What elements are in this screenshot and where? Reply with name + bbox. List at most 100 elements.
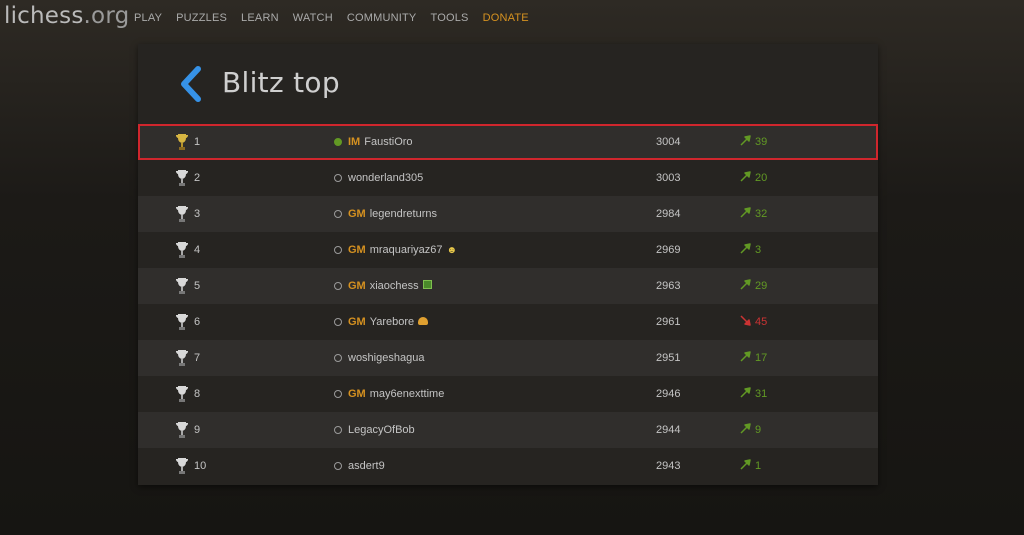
progress-cell: 9 bbox=[740, 412, 761, 448]
main-nav: PLAY PUZZLES LEARN WATCH COMMUNITY TOOLS… bbox=[134, 12, 543, 24]
arrow-up-icon bbox=[740, 279, 751, 293]
status-dot-icon bbox=[334, 390, 342, 398]
user-cell[interactable]: GM xiaochess bbox=[334, 268, 432, 304]
flag-icon bbox=[422, 280, 432, 289]
rating-cell: 2963 bbox=[656, 280, 681, 292]
leaderboard-row[interactable]: 2 wonderland305 3003 20 bbox=[138, 160, 878, 196]
leaderboard-row[interactable]: 3 GM legendreturns 2984 32 bbox=[138, 196, 878, 232]
trophy-icon bbox=[176, 457, 188, 475]
progress-value: 39 bbox=[755, 136, 768, 148]
user-cell[interactable]: wonderland305 bbox=[334, 160, 423, 196]
progress-cell: 45 bbox=[740, 304, 767, 340]
rating-cell: 2961 bbox=[656, 316, 681, 328]
trophy-icon bbox=[176, 313, 188, 331]
box-header: Blitz top bbox=[138, 44, 878, 124]
progress-value: 17 bbox=[755, 352, 768, 364]
progress-value: 9 bbox=[755, 424, 762, 436]
player-title: IM bbox=[348, 136, 361, 148]
leaderboard-row[interactable]: 5 GM xiaochess 2963 29 bbox=[138, 268, 878, 304]
player-name[interactable]: wonderland305 bbox=[348, 172, 423, 184]
player-name[interactable]: legendreturns bbox=[370, 208, 437, 220]
arrow-up-icon bbox=[740, 387, 751, 401]
nav-watch[interactable]: WATCH bbox=[293, 12, 333, 24]
player-title: GM bbox=[348, 316, 366, 328]
site-header: lichess.org PLAY PUZZLES LEARN WATCH COM… bbox=[0, 0, 1024, 38]
rank-cell: 8 bbox=[176, 376, 200, 412]
leaderboard-row[interactable]: 6 GM Yarebore 2961 45 bbox=[138, 304, 878, 340]
rank-cell: 10 bbox=[176, 448, 206, 484]
arrow-up-icon bbox=[740, 135, 751, 149]
rank-number: 4 bbox=[194, 244, 201, 256]
nav-tools[interactable]: TOOLS bbox=[430, 12, 468, 24]
user-cell[interactable]: GM may6enexttime bbox=[334, 376, 444, 412]
rank-number: 1 bbox=[194, 136, 201, 148]
user-cell[interactable]: asdert9 bbox=[334, 448, 385, 484]
trophy-icon bbox=[176, 169, 188, 187]
leaderboard-row[interactable]: 8 GM may6enexttime 2946 31 bbox=[138, 376, 878, 412]
leaderboard-row[interactable]: 9 LegacyOfBob 2944 9 bbox=[138, 412, 878, 448]
player-title: GM bbox=[348, 280, 366, 292]
arrow-up-icon bbox=[740, 423, 751, 437]
player-name[interactable]: mraquariyaz67 bbox=[370, 244, 443, 256]
rank-number: 8 bbox=[194, 388, 201, 400]
arrow-up-icon bbox=[740, 207, 751, 221]
progress-value: 45 bbox=[755, 316, 768, 328]
trophy-icon bbox=[176, 241, 188, 259]
chevron-left-icon[interactable] bbox=[178, 66, 206, 102]
trophy-icon bbox=[176, 277, 188, 295]
progress-value: 32 bbox=[755, 208, 768, 220]
player-name[interactable]: asdert9 bbox=[348, 460, 385, 472]
rank-number: 9 bbox=[194, 424, 201, 436]
user-cell[interactable]: woshigeshagua bbox=[334, 340, 424, 376]
leaderboard-box: Blitz top 1 IM FaustiOro 3004 39 2 wonderland3… bbox=[138, 44, 878, 485]
nav-community[interactable]: COMMUNITY bbox=[347, 12, 417, 24]
arrow-up-icon bbox=[740, 243, 751, 257]
user-cell[interactable]: GM legendreturns bbox=[334, 196, 437, 232]
user-cell[interactable]: GM mraquariyaz67 ☻ bbox=[334, 232, 457, 268]
player-title: GM bbox=[348, 244, 366, 256]
player-name[interactable]: woshigeshagua bbox=[348, 352, 424, 364]
leaderboard-row[interactable]: 1 IM FaustiOro 3004 39 bbox=[138, 124, 878, 160]
progress-value: 31 bbox=[755, 388, 768, 400]
rating-cell: 3004 bbox=[656, 136, 681, 148]
status-dot-icon bbox=[334, 354, 342, 362]
arrow-up-icon bbox=[740, 351, 751, 365]
status-dot-icon bbox=[334, 462, 342, 470]
nav-play[interactable]: PLAY bbox=[134, 12, 162, 24]
leaderboard-row[interactable]: 7 woshigeshagua 2951 17 bbox=[138, 340, 878, 376]
rank-number: 6 bbox=[194, 316, 201, 328]
burger-icon bbox=[418, 316, 429, 325]
player-name[interactable]: Yarebore bbox=[370, 316, 414, 328]
player-name[interactable]: LegacyOfBob bbox=[348, 424, 415, 436]
trophy-icon bbox=[176, 421, 188, 439]
nav-donate[interactable]: DONATE bbox=[483, 12, 529, 24]
face-icon: ☻ bbox=[446, 244, 458, 256]
leaderboard-row[interactable]: 10 asdert9 2943 1 bbox=[138, 448, 878, 484]
rank-number: 5 bbox=[194, 280, 201, 292]
player-title: GM bbox=[348, 388, 366, 400]
status-dot-icon bbox=[334, 174, 342, 182]
player-name[interactable]: FaustiOro bbox=[364, 136, 412, 148]
rank-cell: 9 bbox=[176, 412, 200, 448]
progress-cell: 20 bbox=[740, 160, 767, 196]
rank-number: 2 bbox=[194, 172, 201, 184]
rank-cell: 5 bbox=[176, 268, 200, 304]
player-name[interactable]: xiaochess bbox=[370, 280, 419, 292]
user-cell[interactable]: IM FaustiOro bbox=[334, 124, 413, 160]
nav-learn[interactable]: LEARN bbox=[241, 12, 279, 24]
nav-puzzles[interactable]: PUZZLES bbox=[176, 12, 227, 24]
progress-cell: 31 bbox=[740, 376, 767, 412]
site-logo[interactable]: lichess.org bbox=[4, 3, 129, 29]
leaderboard-row[interactable]: 4 GM mraquariyaz67 ☻ 2969 3 bbox=[138, 232, 878, 268]
progress-cell: 32 bbox=[740, 196, 767, 232]
rank-cell: 2 bbox=[176, 160, 200, 196]
rating-cell: 2946 bbox=[656, 388, 681, 400]
progress-value: 29 bbox=[755, 280, 768, 292]
rank-cell: 3 bbox=[176, 196, 200, 232]
player-name[interactable]: may6enexttime bbox=[370, 388, 445, 400]
user-cell[interactable]: LegacyOfBob bbox=[334, 412, 415, 448]
rating-cell: 2943 bbox=[656, 460, 681, 472]
user-cell[interactable]: GM Yarebore bbox=[334, 304, 429, 340]
progress-value: 1 bbox=[755, 460, 762, 472]
status-dot-icon bbox=[334, 210, 342, 218]
